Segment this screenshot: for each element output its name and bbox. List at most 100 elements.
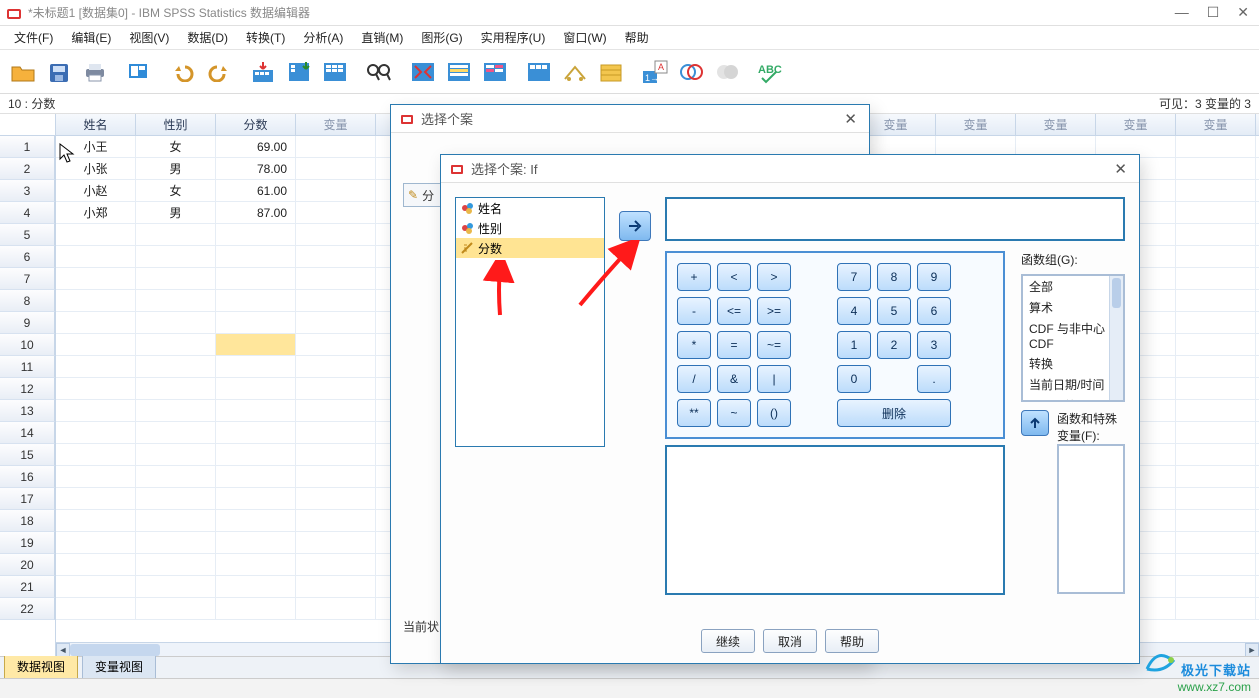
key-1[interactable]: 1 (837, 331, 871, 359)
dialog-close-button[interactable]: ✕ (1110, 160, 1131, 178)
cell[interactable] (136, 356, 216, 377)
cell[interactable]: 78.00 (216, 158, 296, 179)
cell[interactable] (216, 356, 296, 377)
key-or[interactable]: | (757, 365, 791, 393)
cell[interactable] (216, 444, 296, 465)
cell[interactable] (136, 246, 216, 267)
cell[interactable] (136, 422, 216, 443)
list-item[interactable]: 日期运算 (1023, 395, 1123, 402)
goto-variable-icon[interactable] (282, 55, 316, 89)
cell[interactable] (56, 378, 136, 399)
cell[interactable] (136, 466, 216, 487)
run-syntax-icon[interactable]: 1→A (638, 55, 672, 89)
cell[interactable] (216, 334, 296, 355)
column-header-empty[interactable]: 变量 (1176, 114, 1256, 135)
cell[interactable] (216, 290, 296, 311)
row-number[interactable]: 12 (0, 378, 55, 400)
row-number[interactable]: 6 (0, 246, 55, 268)
variable-item-selected[interactable]: 分数 (456, 238, 604, 258)
cell[interactable] (1176, 136, 1256, 157)
cell[interactable] (136, 598, 216, 619)
cell[interactable] (56, 268, 136, 289)
function-list[interactable] (1057, 444, 1125, 594)
cell[interactable] (56, 466, 136, 487)
tab-data-view[interactable]: 数据视图 (4, 654, 78, 678)
open-icon[interactable] (6, 55, 40, 89)
key-3[interactable]: 3 (917, 331, 951, 359)
key-le[interactable]: <= (717, 297, 751, 325)
cell[interactable] (216, 224, 296, 245)
cell[interactable]: 小郑 (56, 202, 136, 223)
menu-utilities[interactable]: 实用程序(U) (473, 27, 554, 48)
cell[interactable] (1176, 488, 1256, 509)
row-number[interactable]: 5 (0, 224, 55, 246)
row-number[interactable]: 16 (0, 466, 55, 488)
cell[interactable] (296, 180, 376, 201)
cell[interactable] (216, 510, 296, 531)
column-header-empty[interactable]: 变量 (936, 114, 1016, 135)
circle2-icon[interactable] (710, 55, 744, 89)
variable-list[interactable]: 姓名 性别 分数 (455, 197, 605, 447)
redo-icon[interactable] (202, 55, 236, 89)
show-all-icon[interactable] (594, 55, 628, 89)
cell[interactable] (296, 554, 376, 575)
window-minimize-button[interactable]: — (1175, 4, 1189, 21)
cell[interactable] (216, 488, 296, 509)
key-lt[interactable]: < (717, 263, 751, 291)
cell[interactable] (1176, 290, 1256, 311)
key-gt[interactable]: > (757, 263, 791, 291)
row-number[interactable]: 13 (0, 400, 55, 422)
row-number[interactable]: 7 (0, 268, 55, 290)
key-not[interactable]: ~ (717, 399, 751, 427)
list-item[interactable]: 算术 (1023, 297, 1123, 318)
cell[interactable] (296, 532, 376, 553)
cell[interactable] (296, 202, 376, 223)
cell[interactable]: 女 (136, 180, 216, 201)
cell[interactable] (56, 224, 136, 245)
cell[interactable]: 男 (136, 202, 216, 223)
cell[interactable] (296, 598, 376, 619)
menu-direct[interactable]: 直销(M) (353, 27, 411, 48)
cell[interactable]: 女 (136, 136, 216, 157)
cell[interactable] (296, 224, 376, 245)
row-number[interactable]: 18 (0, 510, 55, 532)
cell[interactable] (296, 334, 376, 355)
help-button[interactable]: 帮助 (825, 629, 879, 653)
row-number[interactable]: 17 (0, 488, 55, 510)
column-header[interactable]: 分数 (216, 114, 296, 135)
cell[interactable] (1176, 268, 1256, 289)
cell[interactable] (136, 444, 216, 465)
key-div[interactable]: / (677, 365, 711, 393)
cell[interactable] (136, 312, 216, 333)
cell[interactable] (296, 444, 376, 465)
goto-case-icon[interactable] (246, 55, 280, 89)
cell[interactable] (136, 268, 216, 289)
cell[interactable] (56, 312, 136, 333)
row-number[interactable]: 4 (0, 202, 55, 224)
find-icon[interactable] (362, 55, 396, 89)
row-number[interactable]: 22 (0, 598, 55, 620)
key-2[interactable]: 2 (877, 331, 911, 359)
cancel-button[interactable]: 取消 (763, 629, 817, 653)
key-dot[interactable]: . (917, 365, 951, 393)
cell[interactable] (56, 400, 136, 421)
use-sets-icon[interactable] (558, 55, 592, 89)
value-labels-icon[interactable] (522, 55, 556, 89)
scrollbar[interactable] (1109, 276, 1123, 400)
tab-variable-view[interactable]: 变量视图 (82, 654, 156, 678)
undo-icon[interactable] (166, 55, 200, 89)
row-number[interactable]: 15 (0, 444, 55, 466)
move-right-button[interactable] (619, 211, 651, 241)
cell[interactable] (1176, 444, 1256, 465)
variable-item[interactable]: 姓名 (456, 198, 604, 218)
row-number[interactable]: 11 (0, 356, 55, 378)
spellcheck-icon[interactable]: ABC (754, 55, 788, 89)
cell[interactable] (216, 576, 296, 597)
cell[interactable] (56, 532, 136, 553)
row-number[interactable]: 3 (0, 180, 55, 202)
cell[interactable]: 小赵 (56, 180, 136, 201)
key-mul[interactable]: * (677, 331, 711, 359)
cell[interactable] (216, 532, 296, 553)
cell[interactable] (1176, 466, 1256, 487)
column-header[interactable]: 性别 (136, 114, 216, 135)
